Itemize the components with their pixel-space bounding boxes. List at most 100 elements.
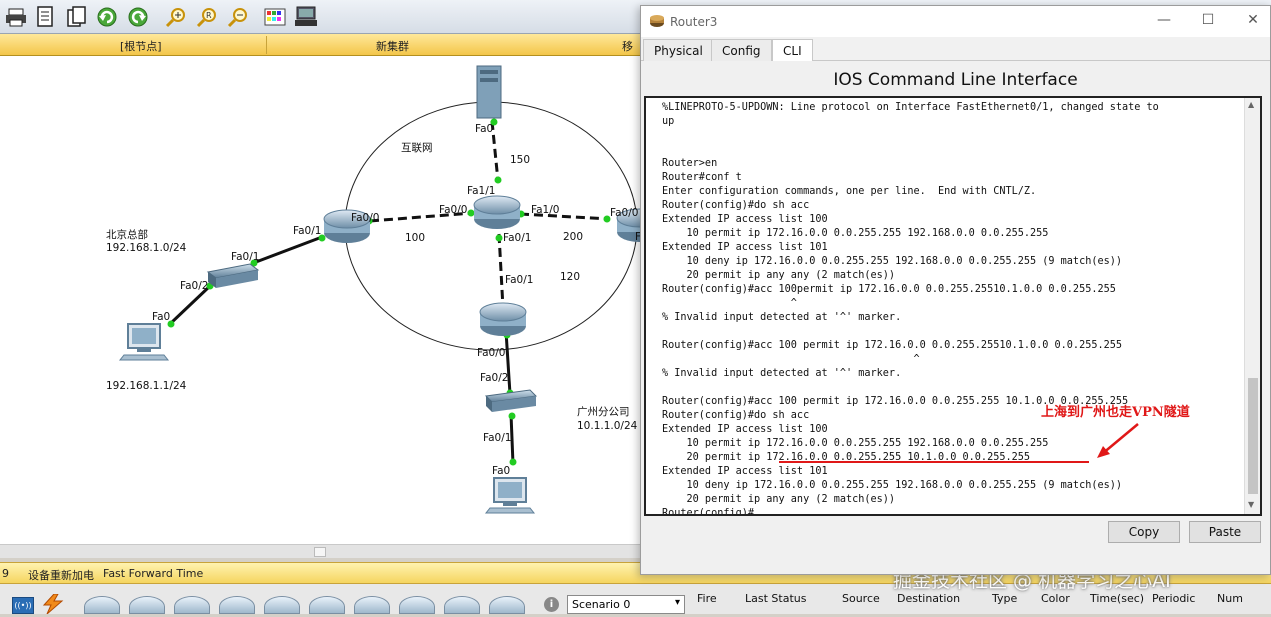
tray-router-icon[interactable] (219, 596, 255, 614)
close-icon[interactable]: ✕ (1242, 12, 1264, 30)
bj-site-name: 北京总部 (106, 228, 148, 241)
tray-router-icon[interactable] (489, 596, 525, 614)
link-gz-router-switch (504, 330, 512, 395)
scenario-value: Scenario 0 (572, 598, 631, 611)
gz-site-network: 10.1.1.0/24 (577, 420, 638, 432)
window-titlebar[interactable]: Router3 — ☐ ✕ (641, 6, 1270, 36)
minimize-icon[interactable]: — (1153, 12, 1175, 30)
port-label: Fa0/2 (480, 372, 508, 384)
lightning-icon[interactable] (40, 593, 66, 615)
tab-physical[interactable]: Physical (643, 39, 714, 61)
power-cycle-button[interactable]: 设备重新加电 (28, 567, 94, 583)
scenario-select[interactable]: Scenario 0 ▾ (567, 595, 685, 614)
gz-router-device[interactable] (479, 302, 527, 336)
terminal-scrollbar[interactable]: ▲ ▼ (1244, 98, 1260, 514)
core-router-device[interactable] (473, 195, 521, 229)
cli-terminal[interactable]: %LINEPROTO-5-UPDOWN: Line protocol on In… (644, 96, 1262, 516)
tray-router-icon[interactable] (264, 596, 300, 614)
nav-divider (266, 36, 267, 54)
col-time: Time(sec) (1090, 592, 1145, 605)
col-fire: Fire (697, 592, 717, 605)
zoom-reset-icon[interactable]: R (195, 5, 219, 29)
tray-router-icon[interactable] (129, 596, 165, 614)
scroll-down-icon[interactable]: ▼ (1248, 500, 1254, 509)
tray-router-icon[interactable] (444, 596, 480, 614)
scrollbar-thumb[interactable] (314, 547, 326, 557)
cli-output[interactable]: %LINEPROTO-5-UPDOWN: Line protocol on In… (662, 101, 1242, 514)
router-app-icon (650, 15, 664, 27)
col-num: Num (1217, 592, 1243, 605)
port-label: Fa0 (492, 465, 510, 477)
tray-router-icon[interactable] (174, 596, 210, 614)
port-label: Fa0/1 (503, 232, 531, 244)
tray-router-icon[interactable] (354, 596, 390, 614)
window-title: Router3 (670, 15, 718, 29)
topology-diagram: 互联网 Fa0 150 Fa1/1 Fa0/0 Fa1/0 Fa0/1 100 … (106, 65, 640, 514)
zoom-out-icon[interactable] (226, 5, 250, 29)
port-label: Fa0/0 (610, 207, 638, 219)
logical-workspace[interactable]: 互联网 Fa0 150 Fa1/1 Fa0/0 Fa1/0 Fa0/1 100 … (0, 56, 640, 544)
maximize-icon[interactable]: ☐ (1197, 12, 1219, 30)
port-label: Fa0 (152, 311, 170, 323)
root-node-button[interactable]: [根节点] (120, 38, 162, 54)
cli-panel: IOS Command Line Interface %LINEPROTO-5-… (641, 61, 1270, 574)
bj-site-network: 192.168.1.0/24 (106, 242, 187, 254)
gz-switch-device[interactable] (484, 389, 538, 412)
scroll-up-icon[interactable]: ▲ (1248, 100, 1254, 109)
logical-navigation-bar: [根节点] 新集群 移动 (0, 34, 640, 69)
wireless-icon[interactable]: ((•)) (12, 597, 34, 614)
svg-text:R: R (206, 11, 212, 20)
col-periodic: Periodic (1152, 592, 1196, 605)
workspace-horizontal-scrollbar[interactable] (0, 544, 640, 558)
print-icon[interactable] (4, 5, 28, 29)
port-label: Fa0/2 (180, 280, 208, 292)
paste-button[interactable]: Paste (1189, 521, 1261, 543)
tab-config[interactable]: Config (711, 39, 772, 61)
port-label: Fa0/1 (293, 225, 321, 237)
new-cluster-button[interactable]: 新集群 (376, 38, 409, 54)
cli-heading: IOS Command Line Interface (833, 70, 1078, 90)
undo-icon[interactable] (95, 5, 119, 29)
port-label: Fa1/1 (467, 185, 495, 197)
port-label: Fa0/0 (439, 204, 467, 216)
cloud-label: 互联网 (401, 142, 433, 154)
link-status-dots (167, 118, 611, 466)
link-cost-label: 200 (563, 231, 583, 243)
scrollbar-thumb[interactable] (1248, 378, 1258, 494)
gz-pc-device[interactable] (484, 477, 536, 514)
palette-icon[interactable] (263, 5, 287, 29)
port-label: Fa1/0 (531, 204, 559, 216)
bj-pc-ip: 192.168.1.1/24 (106, 380, 187, 392)
chevron-down-icon: ▾ (674, 597, 680, 608)
fast-forward-button[interactable]: Fast Forward Time (103, 567, 203, 580)
copy-button[interactable]: Copy (1108, 521, 1180, 543)
port-label: Fa0/1 (505, 274, 533, 286)
bj-switch-device[interactable] (206, 263, 260, 288)
link-cost-label: 100 (405, 232, 425, 244)
col-type: Type (992, 592, 1018, 605)
col-source: Source (842, 592, 880, 605)
redo-icon[interactable] (126, 5, 150, 29)
copy-document-icon[interactable] (65, 5, 89, 29)
port-label: Fa0/1 (483, 432, 511, 444)
bj-pc-device[interactable] (118, 323, 170, 361)
info-icon[interactable]: i (544, 597, 559, 612)
link-core-gz-router (497, 233, 505, 309)
router3-window: Router3 — ☐ ✕ Physical Config CLI IOS Co… (640, 5, 1271, 575)
tab-cli[interactable]: CLI (772, 39, 813, 62)
port-label: Fa0/0 (477, 347, 505, 359)
tray-router-icon[interactable] (84, 596, 120, 614)
server-device[interactable] (476, 65, 502, 119)
tray-router-icon[interactable] (309, 596, 345, 614)
tray-router-icon[interactable] (399, 596, 435, 614)
window-tabs: Physical Config CLI (641, 37, 1270, 62)
document-icon[interactable] (33, 5, 57, 29)
port-label: Fa0/1 (231, 251, 259, 263)
link-cost-label: 150 (510, 154, 530, 166)
link-bj-router-switch (255, 235, 323, 264)
port-label: Fa0 (475, 123, 493, 135)
zoom-in-icon[interactable] (164, 5, 188, 29)
time-counter: 9 (2, 567, 9, 580)
custom-device-icon[interactable] (294, 5, 318, 29)
link-cost-label: 120 (560, 271, 580, 283)
